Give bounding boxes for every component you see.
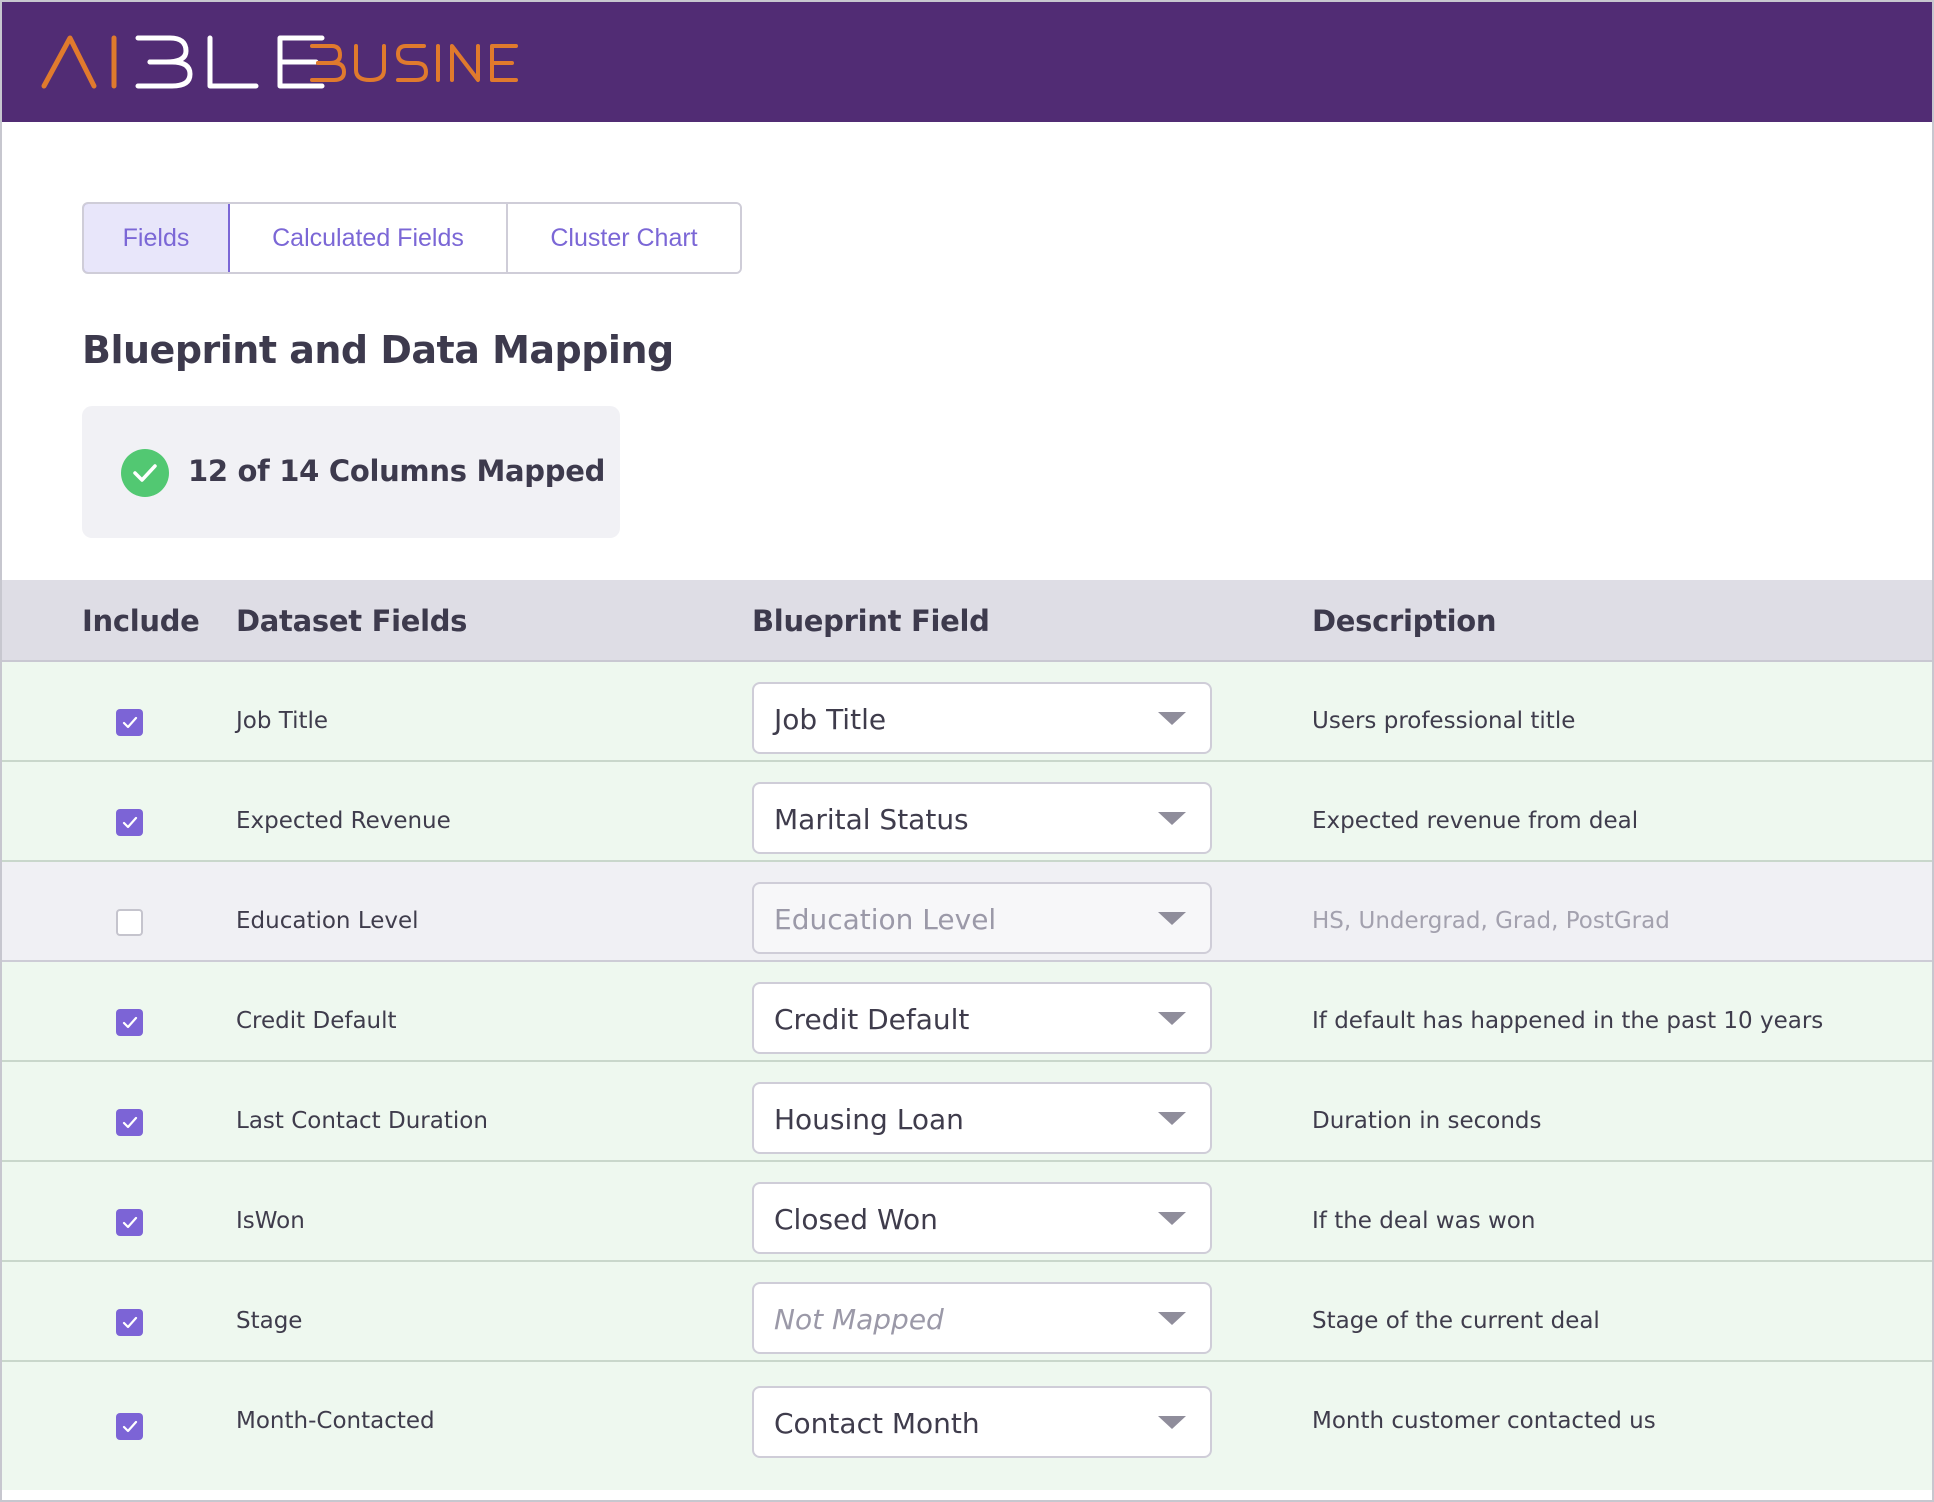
include-checkbox[interactable] xyxy=(116,1209,143,1236)
column-header-blueprint-field: Blueprint Field xyxy=(752,604,990,638)
table-row: Job Title Job Title Users professional tit… xyxy=(2,662,1932,762)
chevron-down-icon xyxy=(1158,1012,1186,1025)
dataset-field-name: Month-Contacted xyxy=(236,1408,435,1434)
blueprint-field-dropdown[interactable]: Job Title xyxy=(752,682,1212,754)
check-circle-icon xyxy=(121,449,169,497)
blueprint-field-value: Job Title xyxy=(774,703,887,736)
include-checkbox[interactable] xyxy=(116,809,143,836)
blueprint-field-value: Not Mapped xyxy=(774,1303,944,1336)
chevron-down-icon xyxy=(1158,1112,1186,1125)
field-description: Month customer contacted us xyxy=(1312,1408,1656,1434)
blueprint-field-value: Housing Loan xyxy=(774,1103,964,1136)
dataset-field-name: Expected Revenue xyxy=(236,808,451,834)
dataset-field-name: Credit Default xyxy=(236,1008,397,1034)
mapping-table-body: Job Title Job Title Users professional tit… xyxy=(2,662,1932,1490)
mapping-status-card: 12 of 14 Columns Mapped xyxy=(82,406,620,538)
aible-business-logo[interactable] xyxy=(40,32,560,92)
mapping-status-text: 12 of 14 Columns Mapped xyxy=(188,454,606,488)
blueprint-field-dropdown[interactable]: Closed Won xyxy=(752,1182,1212,1254)
table-row: Last Contact Duration Housing Loan Duratio… xyxy=(2,1062,1932,1162)
field-description: If the deal was won xyxy=(1312,1208,1536,1234)
field-description: Expected revenue from deal xyxy=(1312,808,1639,834)
field-description: HS, Undergrad, Grad, PostGrad xyxy=(1312,908,1670,934)
table-row: Stage Not Mapped Stage of the current deal xyxy=(2,1262,1932,1362)
view-tabs: Fields Calculated Fields Cluster Chart xyxy=(82,202,742,274)
tab-calculated-fields[interactable]: Calculated Fields xyxy=(230,204,508,272)
blueprint-field-value: Education Level xyxy=(774,903,997,936)
chevron-down-icon xyxy=(1158,1312,1186,1325)
field-description: Duration in seconds xyxy=(1312,1108,1542,1134)
include-checkbox[interactable] xyxy=(116,1109,143,1136)
table-row: Expected Revenue Marital Status Expected r… xyxy=(2,762,1932,862)
dataset-field-name: Stage xyxy=(236,1308,303,1334)
column-header-dataset-fields: Dataset Fields xyxy=(236,604,468,638)
blueprint-field-dropdown[interactable]: Not Mapped xyxy=(752,1282,1212,1354)
table-row: Month-Contacted Contact Month Month custom… xyxy=(2,1362,1932,1490)
table-header: Include Dataset Fields Blueprint Field D… xyxy=(2,580,1932,662)
include-checkbox[interactable] xyxy=(116,1309,143,1336)
include-checkbox[interactable] xyxy=(116,909,143,936)
chevron-down-icon xyxy=(1158,812,1186,825)
field-description: Users professional title xyxy=(1312,708,1576,734)
chevron-down-icon xyxy=(1158,1416,1186,1429)
page-title: Blueprint and Data Mapping xyxy=(82,328,674,372)
app-window: Fields Calculated Fields Cluster Chart B… xyxy=(0,0,1934,1502)
dataset-field-name: IsWon xyxy=(236,1208,305,1234)
tab-cluster-chart[interactable]: Cluster Chart xyxy=(508,204,740,272)
blueprint-field-dropdown[interactable]: Marital Status xyxy=(752,782,1212,854)
dataset-field-name: Job Title xyxy=(236,708,329,734)
include-checkbox[interactable] xyxy=(116,709,143,736)
blueprint-field-dropdown[interactable]: Housing Loan xyxy=(752,1082,1212,1154)
tab-fields[interactable]: Fields xyxy=(84,204,230,272)
chevron-down-icon xyxy=(1158,912,1186,925)
dataset-field-name: Last Contact Duration xyxy=(236,1108,488,1134)
column-header-include: Include xyxy=(82,604,200,638)
column-header-description: Description xyxy=(1312,604,1497,638)
blueprint-field-value: Contact Month xyxy=(774,1407,980,1440)
chevron-down-icon xyxy=(1158,712,1186,725)
include-checkbox[interactable] xyxy=(116,1413,143,1440)
field-description: Stage of the current deal xyxy=(1312,1308,1600,1334)
blueprint-field-dropdown[interactable]: Contact Month xyxy=(752,1386,1212,1458)
top-bar xyxy=(2,2,1932,122)
table-row: Credit Default Credit Default If default h… xyxy=(2,962,1932,1062)
include-checkbox[interactable] xyxy=(116,1009,143,1036)
blueprint-field-value: Closed Won xyxy=(774,1203,938,1236)
table-row: IsWon Closed Won If the deal was won xyxy=(2,1162,1932,1262)
blueprint-field-value: Marital Status xyxy=(774,803,969,836)
chevron-down-icon xyxy=(1158,1212,1186,1225)
logo-graphic xyxy=(41,35,518,89)
dataset-field-name: Education Level xyxy=(236,908,419,934)
field-description: If default has happened in the past 10 y… xyxy=(1312,1008,1824,1034)
blueprint-field-dropdown[interactable]: Credit Default xyxy=(752,982,1212,1054)
blueprint-field-value: Credit Default xyxy=(774,1003,970,1036)
table-row: Education Level Education Level HS, Underg… xyxy=(2,862,1932,962)
blueprint-field-dropdown[interactable]: Education Level xyxy=(752,882,1212,954)
